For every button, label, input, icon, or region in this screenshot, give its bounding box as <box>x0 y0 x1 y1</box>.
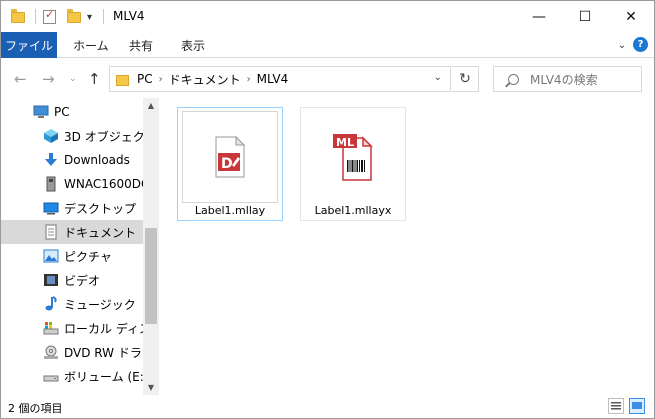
music-icon <box>43 296 59 312</box>
title-separator <box>103 9 104 24</box>
breadcrumb-pc[interactable]: PC <box>137 72 153 86</box>
mllayx-file-icon: ML <box>333 134 373 181</box>
desktop-icon <box>43 200 59 216</box>
file-list: D Label1.mllay ML Label1.mllayx <box>159 98 654 395</box>
nav-item-videos[interactable]: ビデオ <box>1 268 143 292</box>
window-title: MLV4 <box>113 9 145 23</box>
recent-locations-chevron-icon[interactable]: ⌄ <box>69 74 77 84</box>
tab-share[interactable]: 共有 <box>129 32 153 58</box>
nav-pane-scrollbar[interactable]: ▲ ▼ <box>143 98 159 395</box>
folder-icon <box>11 7 25 27</box>
back-arrow-icon[interactable]: ← <box>14 70 27 88</box>
nav-item-wnac1600dgr[interactable]: WNAC1600DGR <box>1 172 143 196</box>
tab-file[interactable]: ファイル <box>1 32 57 58</box>
file-item-label1-mllayx[interactable]: ML Label1.mllayx <box>300 107 406 221</box>
3d-objects-icon <box>43 128 59 144</box>
scroll-up-icon[interactable]: ▲ <box>143 98 159 112</box>
customize-quick-access-icon[interactable]: ▾ <box>87 7 92 27</box>
local-disk-icon <box>43 320 59 336</box>
svg-text:ML: ML <box>336 136 354 149</box>
tab-view[interactable]: 表示 <box>181 32 205 58</box>
tab-home[interactable]: ホーム <box>73 32 109 58</box>
nav-item-volume-e[interactable]: ボリューム (E:) <box>1 364 143 388</box>
volume-icon <box>43 368 59 384</box>
status-bar: 2 個の項目 <box>1 395 654 418</box>
up-arrow-icon[interactable]: ↑ <box>88 70 101 88</box>
scrollbar-thumb[interactable] <box>145 228 157 324</box>
close-button[interactable]: ✕ <box>608 1 654 32</box>
search-icon <box>508 73 519 85</box>
nav-item-desktop[interactable]: デスクトップ <box>1 196 143 220</box>
search-input[interactable]: MLV4の検索 <box>530 71 598 88</box>
navigation-pane: PC 3D オブジェクト Downloads WNAC1600DGR デスクトッ… <box>1 98 159 395</box>
nav-item-3d-objects[interactable]: 3D オブジェクト <box>1 124 143 148</box>
quick-access-separator <box>35 9 36 24</box>
minimize-button[interactable]: — <box>516 1 562 32</box>
address-row: ← → ⌄ ↑ PC › ドキュメント › MLV4 ⌄ ↻ MLV4の検索 <box>1 58 654 98</box>
nav-item-local-disk[interactable]: ローカル ディスク (C:) <box>1 316 143 340</box>
refresh-icon[interactable]: ↻ <box>452 66 479 92</box>
forward-arrow-icon[interactable]: → <box>42 70 55 88</box>
address-bar[interactable]: PC › ドキュメント › MLV4 ⌄ <box>109 66 451 92</box>
help-icon[interactable]: ? <box>633 37 648 52</box>
downloads-icon <box>43 152 59 168</box>
videos-icon <box>43 272 59 288</box>
search-box[interactable]: MLV4の検索 <box>493 66 642 92</box>
documents-icon <box>43 224 59 240</box>
item-count: 2 個の項目 <box>8 402 63 415</box>
breadcrumb-separator-icon[interactable]: › <box>247 74 251 85</box>
nav-item-documents[interactable]: ドキュメント <box>1 220 143 244</box>
breadcrumb-documents[interactable]: ドキュメント <box>169 71 241 88</box>
nav-item-pc[interactable]: PC <box>1 100 143 124</box>
mllay-file-icon: D <box>215 135 246 178</box>
maximize-button[interactable]: ☐ <box>562 1 608 32</box>
svg-text:D: D <box>221 156 233 172</box>
pc-icon <box>33 104 49 120</box>
nav-item-music[interactable]: ミュージック <box>1 292 143 316</box>
properties-icon[interactable] <box>43 7 56 27</box>
file-name: Label1.mllay <box>194 204 266 217</box>
nav-item-pictures[interactable]: ピクチャ <box>1 244 143 268</box>
expand-ribbon-icon[interactable]: ⌄ <box>616 39 628 51</box>
pictures-icon <box>43 248 59 264</box>
ribbon-tabs: ファイル ホーム 共有 表示 ⌄ ? <box>1 32 654 58</box>
dvd-drive-icon <box>43 344 59 360</box>
nav-item-downloads[interactable]: Downloads <box>1 148 143 172</box>
breadcrumb-mlv4[interactable]: MLV4 <box>257 72 289 86</box>
file-item-label1-mllay[interactable]: D Label1.mllay <box>177 107 283 221</box>
address-dropdown-icon[interactable]: ⌄ <box>434 72 442 83</box>
scroll-down-icon[interactable]: ▼ <box>143 380 159 394</box>
nav-item-dvd-drive[interactable]: DVD RW ドライブ <box>1 340 143 364</box>
details-view-icon[interactable] <box>608 398 624 414</box>
file-thumbnail: ML <box>305 111 401 203</box>
new-folder-icon[interactable] <box>67 7 81 27</box>
file-thumbnail: D <box>182 111 278 203</box>
title-bar: ▾ MLV4 — ☐ ✕ <box>1 1 654 32</box>
usb-device-icon <box>43 176 59 192</box>
large-icons-view-icon[interactable] <box>629 398 645 414</box>
breadcrumb-separator-icon[interactable]: › <box>159 74 163 85</box>
file-name: Label1.mllayx <box>314 204 392 217</box>
explorer-window: ▾ MLV4 — ☐ ✕ ファイル ホーム 共有 表示 ⌄ ? ← → ⌄ ↑ … <box>0 0 655 419</box>
address-folder-icon <box>116 74 129 86</box>
